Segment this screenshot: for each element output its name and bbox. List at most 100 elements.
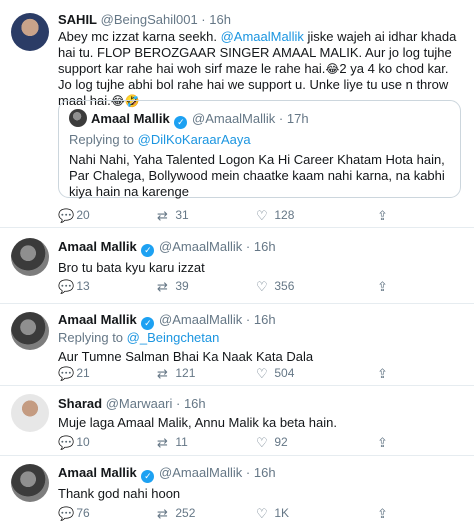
tweet[interactable]: Amaal Mallik ✓ @AmaalMallik · 16h Thank … <box>0 456 474 528</box>
timestamp[interactable]: 16h <box>209 12 231 27</box>
timestamp[interactable]: 16h <box>254 312 276 327</box>
tweet-header: Amaal Mallik ✓ @AmaalMallik · 16h <box>58 238 464 257</box>
retweet-icon: ⇄ <box>157 208 168 223</box>
tweet[interactable]: Amaal Mallik ✓ @AmaalMallik · 16h Replyi… <box>0 304 474 386</box>
avatar[interactable] <box>11 394 49 432</box>
replying-to: Replying to @_Beingchetan <box>58 330 464 346</box>
timestamp[interactable]: 16h <box>254 465 276 480</box>
username[interactable]: @AmaalMallik <box>159 312 242 327</box>
avatar[interactable] <box>11 464 49 502</box>
separator: · <box>201 12 206 27</box>
like-count: 356 <box>274 279 295 293</box>
separator: · <box>245 239 251 254</box>
timestamp[interactable]: 16h <box>184 396 206 411</box>
username[interactable]: @AmaalMallik <box>159 465 242 480</box>
tweet-header: Amaal Mallik ✓ @AmaalMallik · 16h <box>58 464 464 483</box>
display-name[interactable]: Amaal Mallik <box>58 312 137 327</box>
retweet-button[interactable]: ⇄ 39 <box>157 278 189 294</box>
like-count: 128 <box>274 208 295 222</box>
retweet-count: 31 <box>175 208 189 222</box>
separator: · <box>175 396 181 411</box>
tweet[interactable]: Amaal Mallik ✓ @AmaalMallik · 16h Bro tu… <box>0 228 474 304</box>
reply-button[interactable]: 💬 76 <box>58 505 90 521</box>
like-button[interactable]: ♡ 1K <box>256 505 289 521</box>
quote-header: Amaal Mallik ✓ @AmaalMallik · 17h <box>69 109 309 129</box>
mention-link[interactable]: @DilKoKaraarAaya <box>138 132 251 147</box>
tweet-header: Amaal Mallik ✓ @AmaalMallik · 16h <box>58 311 464 330</box>
tweet[interactable]: SAHIL @BeingSahil001 · 16h Abey mc izzat… <box>0 0 474 228</box>
quoted-tweet[interactable]: Amaal Mallik ✓ @AmaalMallik · 17h Replyi… <box>58 100 461 199</box>
heart-icon: ♡ <box>256 435 268 450</box>
share-button[interactable]: ⇪ <box>377 207 392 223</box>
display-name[interactable]: SAHIL <box>58 12 97 27</box>
retweet-button[interactable]: ⇄ 11 <box>157 434 188 450</box>
mention-link[interactable]: @AmaalMallik <box>221 29 304 44</box>
like-count: 1K <box>274 506 290 520</box>
retweet-count: 11 <box>175 435 188 449</box>
reply-button[interactable]: 💬 20 <box>58 207 90 223</box>
heart-icon: ♡ <box>256 208 268 223</box>
reply-count: 76 <box>76 506 90 520</box>
replying-to-label: Replying to <box>58 330 127 345</box>
verified-badge-icon: ✓ <box>174 116 188 129</box>
display-name[interactable]: Sharad <box>58 396 102 411</box>
retweet-button[interactable]: ⇄ 252 <box>157 505 195 521</box>
like-button[interactable]: ♡ 356 <box>256 278 294 294</box>
tweet-text-part: Abey mc izzat karna seekh. <box>58 29 221 44</box>
share-icon: ⇪ <box>377 435 388 450</box>
heart-icon: ♡ <box>256 279 268 294</box>
retweet-count: 252 <box>175 506 196 520</box>
share-button[interactable]: ⇪ <box>377 434 392 450</box>
quote-replying-to: Replying to @DilKoKaraarAaya <box>69 132 251 147</box>
tweet[interactable]: Sharad @Marwaari · 16h Muje laga Amaal M… <box>0 386 474 456</box>
reply-button[interactable]: 💬 13 <box>58 278 90 294</box>
replying-to-label: Replying to <box>69 132 138 147</box>
reply-button[interactable]: 💬 21 <box>58 365 90 381</box>
heart-icon: ♡ <box>256 506 268 521</box>
like-count: 92 <box>274 435 288 449</box>
share-icon: ⇪ <box>377 366 388 381</box>
tweet-thread: SAHIL @BeingSahil001 · 16h Abey mc izzat… <box>0 0 474 528</box>
avatar[interactable] <box>11 238 49 276</box>
reply-button[interactable]: 💬 10 <box>58 434 90 450</box>
reply-icon: 💬 <box>58 435 75 450</box>
retweet-button[interactable]: ⇄ 31 <box>157 207 189 223</box>
share-button[interactable]: ⇪ <box>377 278 392 294</box>
avatar[interactable] <box>11 312 49 350</box>
retweet-button[interactable]: ⇄ 121 <box>157 365 195 381</box>
avatar[interactable] <box>11 13 49 51</box>
like-button[interactable]: ♡ 504 <box>256 365 294 381</box>
like-button[interactable]: ♡ 128 <box>256 207 294 223</box>
mention-link[interactable]: @_Beingchetan <box>127 330 220 345</box>
verified-badge-icon: ✓ <box>141 317 155 330</box>
timestamp[interactable]: 16h <box>254 239 276 254</box>
display-name[interactable]: Amaal Mallik <box>58 465 137 480</box>
like-count: 504 <box>274 366 295 380</box>
quote-username: @AmaalMallik <box>192 111 276 126</box>
username[interactable]: @AmaalMallik <box>159 239 242 254</box>
reply-count: 21 <box>76 366 90 380</box>
share-button[interactable]: ⇪ <box>377 505 392 521</box>
quote-timestamp: 17h <box>286 111 309 126</box>
like-button[interactable]: ♡ 92 <box>256 434 288 450</box>
quote-display-name: Amaal Mallik <box>91 111 170 126</box>
tweet-actions: 💬 20 ⇄ 31 ♡ 128 ⇪ <box>58 207 458 223</box>
verified-badge-icon: ✓ <box>141 470 155 483</box>
verified-badge-icon: ✓ <box>141 244 155 257</box>
retweet-count: 121 <box>175 366 196 380</box>
username[interactable]: @Marwaari <box>106 396 173 411</box>
share-button[interactable]: ⇪ <box>377 365 392 381</box>
reply-icon: 💬 <box>58 208 75 223</box>
tweet-actions: 💬 13 ⇄ 39 ♡ 356 ⇪ <box>58 278 458 294</box>
display-name[interactable]: Amaal Mallik <box>58 239 137 254</box>
reply-count: 20 <box>76 208 90 222</box>
quote-avatar <box>69 109 87 127</box>
tweet-header: Sharad @Marwaari · 16h <box>58 395 464 412</box>
share-icon: ⇪ <box>377 506 388 521</box>
reply-icon: 💬 <box>58 366 75 381</box>
quote-text: Nahi Nahi, Yaha Talented Logon Ka Hi Car… <box>69 152 445 199</box>
reply-icon: 💬 <box>58 506 75 521</box>
tweet-text: Aur Tumne Salman Bhai Ka Naak Kata Dala <box>58 349 314 364</box>
tweet-text: Muje laga Amaal Malik, Annu Malik ka bet… <box>58 415 337 430</box>
username[interactable]: @BeingSahil001 <box>101 12 198 27</box>
